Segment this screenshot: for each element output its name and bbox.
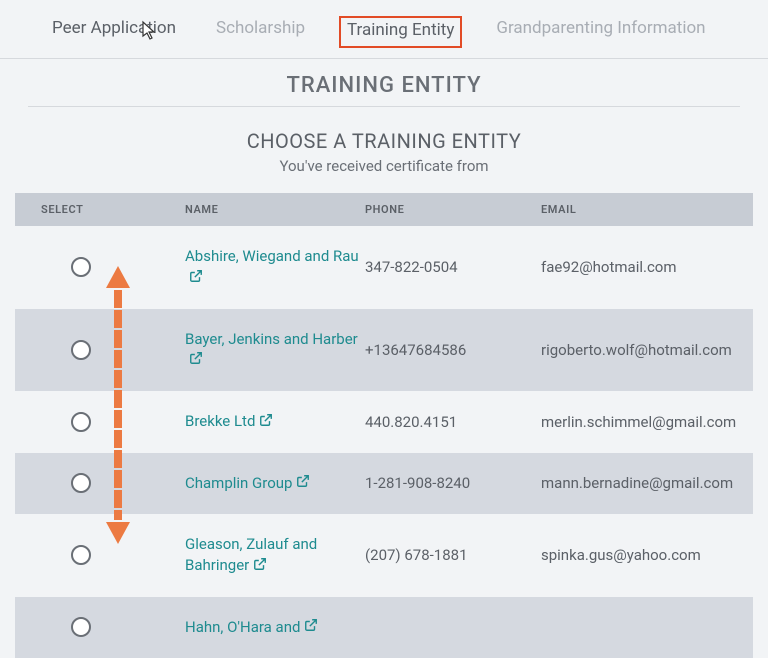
table-row: Abshire, Wiegand and Rau 347-822-0504 fa… xyxy=(15,226,753,309)
entity-name-link[interactable]: Brekke Ltd xyxy=(185,412,273,430)
entity-email: merlin.schimmel@gmail.com xyxy=(541,413,753,431)
table-row: Gleason, Zulauf and Bahringer (207) 678-… xyxy=(15,514,753,597)
external-link-icon xyxy=(304,617,318,638)
tab-peer-application[interactable]: Peer Application xyxy=(46,16,182,48)
entity-name-link[interactable]: Champlin Group xyxy=(185,474,310,492)
external-link-icon xyxy=(189,350,203,371)
tab-scholarship[interactable]: Scholarship xyxy=(210,16,311,48)
entity-phone: 440.820.4151 xyxy=(365,413,541,431)
choose-subtitle: You've received certificate from xyxy=(0,157,768,175)
entity-email: spinka.gus@yahoo.com xyxy=(541,546,753,564)
header-phone: PHONE xyxy=(365,203,541,216)
tab-grandparenting[interactable]: Grandparenting Information xyxy=(490,16,711,48)
select-radio[interactable] xyxy=(71,412,91,432)
table-row: Brekke Ltd 440.820.4151 merlin.schimmel@… xyxy=(15,391,753,453)
select-radio[interactable] xyxy=(71,545,91,565)
external-link-icon xyxy=(189,268,203,289)
select-radio[interactable] xyxy=(71,340,91,360)
header-select: SELECT xyxy=(15,203,185,216)
entity-phone: 1-281-908-8240 xyxy=(365,474,541,492)
table-header-row: SELECT NAME PHONE EMAIL xyxy=(15,193,753,226)
entity-name-link[interactable]: Bayer, Jenkins and Harber xyxy=(185,330,358,369)
training-entity-table: SELECT NAME PHONE EMAIL Abshire, Wiegand… xyxy=(15,193,753,658)
select-radio[interactable] xyxy=(71,617,91,637)
choose-title: CHOOSE A TRAINING ENTITY xyxy=(0,129,768,153)
external-link-icon xyxy=(253,556,267,577)
external-link-icon xyxy=(296,473,310,494)
page-title: TRAINING ENTITY xyxy=(28,59,740,107)
table-row: Champlin Group 1-281-908-8240 mann.berna… xyxy=(15,453,753,515)
table-row: Bayer, Jenkins and Harber +13647684586 r… xyxy=(15,309,753,392)
tab-bar: Peer Application Scholarship Training En… xyxy=(0,0,768,59)
entity-email: rigoberto.wolf@hotmail.com xyxy=(541,341,753,359)
entity-name-link[interactable]: Gleason, Zulauf and Bahringer xyxy=(185,535,317,574)
external-link-icon xyxy=(259,412,273,433)
tab-training-entity[interactable]: Training Entity xyxy=(339,16,462,48)
header-name: NAME xyxy=(185,203,365,216)
entity-email: fae92@hotmail.com xyxy=(541,258,753,276)
select-radio[interactable] xyxy=(71,473,91,493)
entity-phone: (207) 678-1881 xyxy=(365,546,541,564)
entity-email: mann.bernadine@gmail.com xyxy=(541,474,753,492)
table-row: Hahn, O'Hara and xyxy=(15,597,753,658)
entity-name-link[interactable]: Hahn, O'Hara and xyxy=(185,618,318,636)
header-email: EMAIL xyxy=(541,203,753,216)
entity-phone: +13647684586 xyxy=(365,341,541,359)
select-radio[interactable] xyxy=(71,257,91,277)
entity-name-link[interactable]: Abshire, Wiegand and Rau xyxy=(185,247,359,286)
entity-phone: 347-822-0504 xyxy=(365,258,541,276)
